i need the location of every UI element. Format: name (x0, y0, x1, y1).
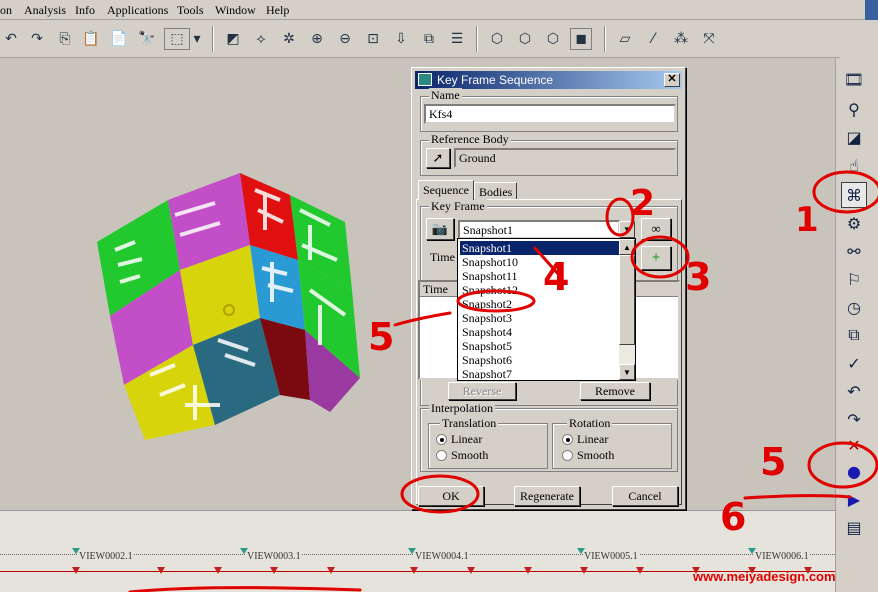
annotation-underline (128, 586, 362, 592)
annotation-circle-ok (400, 474, 480, 514)
annotation-circle-5b (807, 441, 878, 489)
watermark: www.meiyadesign.com (693, 569, 836, 584)
annotation-number: 6 (720, 495, 747, 539)
annotation-number: 1 (795, 200, 819, 240)
annotation-number: 5 (368, 315, 395, 359)
annotation-arrow-6 (743, 494, 852, 500)
annotation-circle-3 (630, 235, 690, 279)
annotation-number: 5 (760, 440, 787, 484)
annotation-number: 3 (685, 255, 712, 299)
annotation-circle-1 (812, 170, 878, 214)
annotation-number: 4 (543, 255, 570, 299)
annotation-arrow-5 (393, 311, 452, 327)
annotation-circle-4 (456, 289, 536, 313)
tab-sequence[interactable]: Sequence (418, 180, 474, 200)
annotation-number: 2 (630, 183, 656, 224)
